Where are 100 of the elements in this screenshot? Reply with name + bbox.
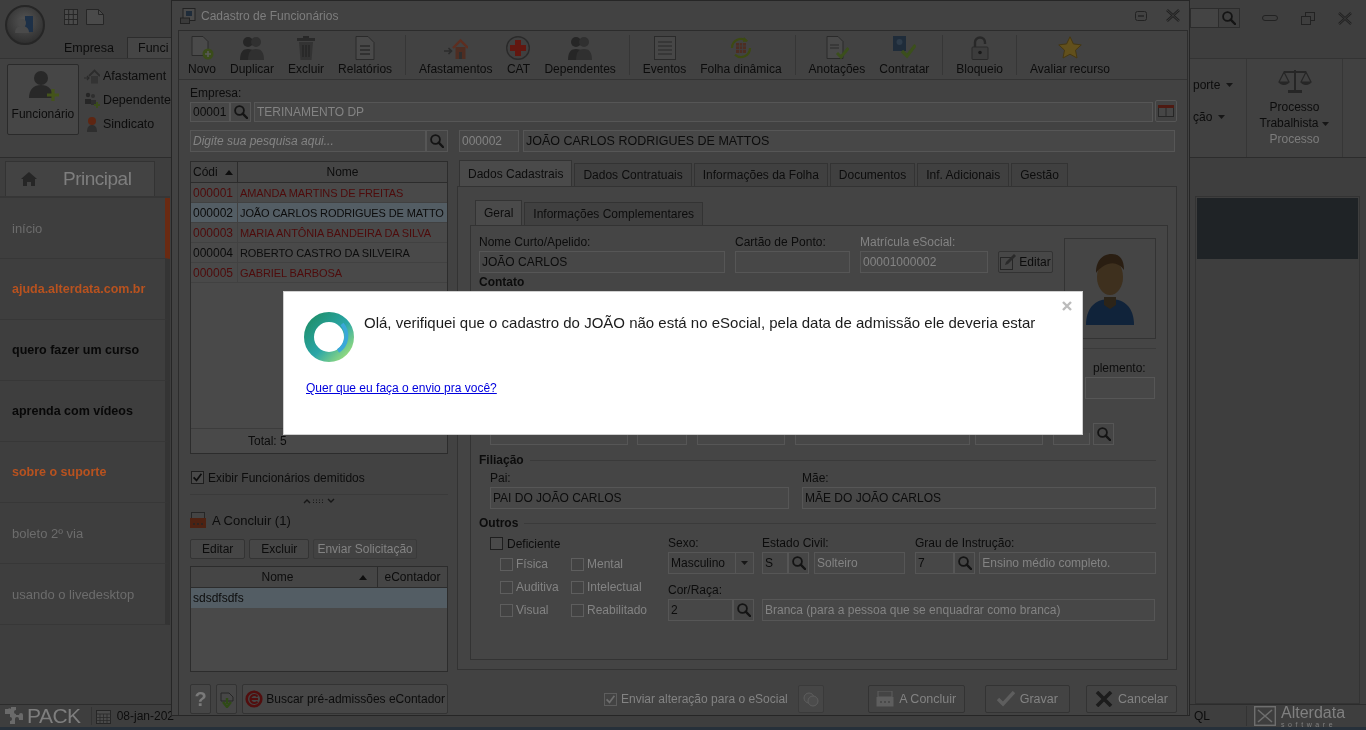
action-button[interactable]: Editar [190,539,246,559]
company-name-field[interactable]: TERINAMENTO DP [254,102,1153,122]
search-button[interactable] [1093,423,1114,445]
marital-code-field[interactable]: S [762,552,788,574]
restore-icon[interactable] [1301,11,1315,25]
circle-e-icon [245,690,264,708]
nickname-field[interactable]: JOÃO CARLOS [479,251,725,273]
section-title: Filiação [479,454,524,467]
search-icon [957,556,972,570]
search-icon [1096,427,1111,441]
form-icon [180,7,196,24]
document-check-icon [824,36,849,60]
search-icon [791,556,806,570]
home-icon [21,172,37,186]
field-label: Nome Curto/Apelido: [479,235,592,249]
search-icon [736,603,751,617]
column-header[interactable]: eContador [378,567,447,587]
father-field[interactable]: PAI DO JOÃO CARLOS [490,487,789,509]
sex-dropdown[interactable]: Masculino [668,552,754,574]
field-label: Mãe: [802,471,830,485]
race-description-field[interactable]: Branca (para a pessoa que se enquadrar como branca) [762,599,1155,621]
brand-name: Alterdata [1281,704,1346,721]
fetch-button[interactable]: Buscar pré-admissões eContador [242,684,448,714]
close-icon[interactable] [1166,9,1180,22]
search-button[interactable] [1218,7,1240,28]
page-tab[interactable]: Principal [5,161,155,196]
checkbox[interactable] [191,471,204,484]
table-row[interactable]: sdsdfsdfs [191,588,447,608]
search-button[interactable] [954,552,976,574]
table-row[interactable]: 000002 JOÃO CARLOS RODRIGUES DE MATTO [191,203,447,223]
search-button[interactable] [788,552,809,574]
company-code-field[interactable]: 00001 [190,102,230,122]
education-description-field[interactable]: Ensino médio completo. [979,552,1156,574]
ribbon-tab[interactable]: Funci [127,37,174,58]
employee-name-field[interactable]: JOÃO CARLOS RODRIGUES DE MATTOS [523,130,1175,152]
person-plus-icon [26,70,59,102]
field-label: Matrícula eSocial: [860,235,957,249]
tab[interactable]: Geral [475,200,523,225]
edit-button[interactable]: Editar [998,251,1053,273]
checkbox-label[interactable]: Deficiente [507,536,561,551]
icon-button[interactable] [797,685,824,713]
action-button[interactable]: Excluir [249,539,310,559]
tab[interactable]: Dados Cadastrais [459,160,573,186]
send-link[interactable]: Quer que eu faça o envio pra você? [306,381,497,395]
employee-code-field[interactable]: 000002 [459,130,519,152]
race-code-field[interactable]: 2 [668,599,733,621]
card-check-icon [892,36,917,60]
table-cell-text: JOÃO CARLOS RODRIGUES DE MATTO [239,206,444,219]
window-title: Cadastro de Funcionários [201,8,339,23]
minimize-icon[interactable] [1262,15,1278,21]
puzzle-icon [5,707,23,725]
section-title: Contato [479,276,525,289]
document-icon[interactable] [86,9,104,25]
field-label: Cartão de Ponto: [735,235,827,249]
table-cell-text: sdsdfsdfs [192,591,244,605]
table-cell: 000004 [191,242,238,263]
field-label: Estado Civil: [762,536,830,550]
column-header[interactable]: Nome [238,162,447,182]
grid-icon[interactable] [64,9,78,25]
employee-ribbon-button[interactable]: Funcionário [7,64,79,135]
table-cell-text: GABRIEL BARBOSA [239,266,343,279]
marital-description-field[interactable]: Solteiro [814,552,905,574]
splitter-grip-icon[interactable] [303,498,335,504]
document-plus-icon [190,36,214,60]
search-icon [430,134,444,148]
minimize-icon[interactable] [1135,10,1147,21]
tray-icon [876,691,895,707]
search-button[interactable] [426,130,448,152]
checkbox[interactable] [490,537,503,550]
field-label: Cor/Raça: [668,583,724,597]
calendar-button[interactable] [1155,100,1177,122]
table-row[interactable]: 000003 MARIA ANTÔNIA BANDEIRA DA SILVA [191,223,447,243]
caret-icon [1218,115,1226,119]
photo-frame[interactable] [1064,238,1156,339]
medical-cross-icon [506,36,531,60]
close-icon[interactable] [1062,301,1072,311]
search-button[interactable] [230,102,251,122]
education-code-field[interactable]: 7 [915,552,955,574]
table-row[interactable]: 000005 GABRIEL BARBOSA [191,263,447,283]
field-label: Sexo: [668,536,700,550]
mother-field[interactable]: MÃE DO JOÃO CARLOS [802,487,1156,509]
edit-icon [1000,254,1017,270]
search-button[interactable] [733,599,754,621]
app-orb-icon[interactable] [5,5,45,45]
document-arrow-icon [217,690,236,708]
table-cell: 000002 [191,202,238,223]
table-cell: 000005 [191,262,238,283]
calendar-icon [1158,105,1174,117]
close-icon[interactable] [1338,11,1352,25]
caret-icon [1226,83,1234,87]
search-field[interactable] [1190,7,1218,28]
search-field[interactable]: Digite sua pesquisa aqui... [190,130,426,152]
table-row[interactable]: 000004 ROBERTO CASTRO DA SILVEIRA [191,243,447,263]
import-button[interactable] [216,684,238,714]
table-cell-text: MARIA ANTÔNIA BANDEIRA DA SILVA [239,226,431,239]
help-button[interactable]: ? [190,684,212,714]
search-icon [233,105,248,119]
field-label: Pai: [490,471,512,485]
column-header[interactable]: Códi [191,162,238,182]
column-header[interactable]: Nome [191,567,378,587]
